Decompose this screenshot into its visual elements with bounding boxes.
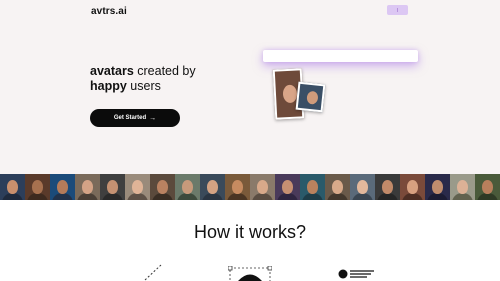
avatar-face	[157, 180, 168, 194]
avatar-shoulders	[277, 193, 298, 200]
avatar-shoulders	[352, 193, 373, 200]
avatar-photo-small	[295, 81, 326, 113]
avatar-tile[interactable]	[275, 174, 300, 200]
avatar-face	[207, 180, 218, 194]
avatar-shoulders	[27, 193, 48, 200]
avatar-tile[interactable]	[475, 174, 500, 200]
list-icon	[338, 269, 374, 279]
avatar-face	[257, 180, 268, 194]
avatar-face	[7, 180, 18, 194]
avatar-shoulders	[177, 193, 198, 200]
avatar-gallery-strip	[0, 174, 500, 200]
hero-section: avtrs.ai avatars created by happy users …	[0, 0, 500, 174]
avatar-face	[107, 180, 118, 194]
avatar-shoulders	[302, 193, 323, 200]
avatar-shoulders	[152, 193, 173, 200]
avatar-shoulders	[127, 193, 148, 200]
avatar-shoulders	[2, 193, 23, 200]
headline-line-2: happy users	[90, 79, 220, 94]
avatar-tile[interactable]	[425, 174, 450, 200]
avatar-tile[interactable]	[450, 174, 475, 200]
prompt-input[interactable]	[263, 50, 418, 62]
portrait-select-icon	[228, 266, 272, 281]
avatar-face	[482, 180, 493, 194]
avatar-face	[132, 180, 143, 194]
arrow-right-icon: →	[149, 114, 157, 122]
avatar-shoulders	[227, 193, 248, 200]
avatar-tile[interactable]	[150, 174, 175, 200]
avatar-tile[interactable]	[0, 174, 25, 200]
get-started-button[interactable]: Get Started →	[90, 109, 180, 127]
avatar-tile[interactable]	[125, 174, 150, 200]
avatar-face	[282, 180, 293, 194]
how-it-works-title: How it works?	[193, 222, 307, 242]
avatar-face	[82, 180, 93, 194]
avatar-tile[interactable]	[200, 174, 225, 200]
avatar-face	[332, 180, 343, 194]
avatar-tile[interactable]	[50, 174, 75, 200]
avatar-tile[interactable]	[375, 174, 400, 200]
headline-line-1: avatars created by	[90, 64, 220, 79]
avatar-face	[182, 180, 193, 194]
avatar-face	[282, 84, 298, 104]
avatar-face	[32, 180, 43, 194]
avatar-shoulders	[252, 193, 273, 200]
headline-bold-2: happy	[90, 79, 127, 93]
hero-headline: avatars created by happy users	[90, 64, 220, 94]
avatar-tile[interactable]	[25, 174, 50, 200]
avatar-tile[interactable]	[350, 174, 375, 200]
avatar-face	[457, 180, 468, 194]
avatar-tile[interactable]	[300, 174, 325, 200]
headline-rest-1: created by	[133, 64, 196, 78]
avatar-shoulders	[477, 193, 498, 200]
avatar-face	[57, 180, 68, 194]
avatar-shoulders	[377, 193, 398, 200]
headline-bold-1: avatars	[90, 64, 134, 78]
avatar-shoulders	[102, 193, 123, 200]
menu-icon	[397, 8, 398, 12]
avatar-tile[interactable]	[250, 174, 275, 200]
avatar-tile[interactable]	[100, 174, 125, 200]
avatar-face	[407, 180, 418, 194]
avatar-shoulders	[452, 193, 473, 200]
avatar-tile[interactable]	[175, 174, 200, 200]
avatar-face	[306, 90, 319, 105]
headline-rest-2: users	[126, 79, 161, 93]
avatar-shoulders	[427, 193, 448, 200]
avatar-shoulders	[77, 193, 98, 200]
avatar-tile[interactable]	[400, 174, 425, 200]
avatar-tile[interactable]	[325, 174, 350, 200]
avatar-face	[382, 180, 393, 194]
avatar-shoulders	[327, 193, 348, 200]
avatar-face	[432, 180, 443, 194]
avatar-shoulders	[202, 193, 223, 200]
avatar-face	[232, 180, 243, 194]
get-started-label: Get Started	[113, 115, 147, 121]
brand-logo[interactable]: avtrs.ai	[91, 6, 127, 17]
avatar-face	[357, 180, 368, 194]
avatar-shoulders	[402, 193, 423, 200]
avatar-face	[307, 180, 318, 194]
avatar-tile[interactable]	[225, 174, 250, 200]
avatar-tile[interactable]	[75, 174, 100, 200]
wand-icon	[144, 264, 162, 281]
menu-button[interactable]	[387, 5, 408, 15]
avatar-shoulders	[52, 193, 73, 200]
